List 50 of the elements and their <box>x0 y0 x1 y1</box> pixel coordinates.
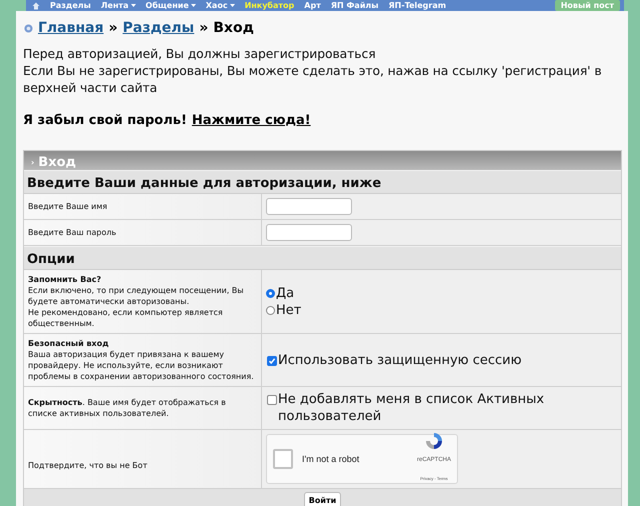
nav-menu-item[interactable]: ЯП Файлы <box>330 0 379 11</box>
radio-button[interactable] <box>266 288 275 298</box>
nav-dropdown-menu[interactable]: Лента <box>100 0 136 11</box>
breadcrumb-separator: » <box>199 20 208 36</box>
radio-label: Да <box>276 284 294 302</box>
option-description: Ваша авторизация будет привязана к вашему провайдеру. Не используйте, если возникают проблемы в сохранении авторизованного состояния. <box>28 349 255 382</box>
section-heading: Введите Ваши данные для авторизации, ниже <box>24 170 621 194</box>
field-label: Введите Ваше имя <box>28 201 108 212</box>
home-icon[interactable] <box>32 2 40 10</box>
nav-menu-item[interactable]: Разделы <box>50 0 91 11</box>
radio-button[interactable] <box>266 306 275 314</box>
bullet-icon <box>24 24 33 32</box>
breadcrumb-current: Вход <box>213 20 254 36</box>
nav-menu-item[interactable]: ЯП-Telegram <box>388 0 446 11</box>
radio-label: Нет <box>276 302 302 318</box>
nav-dropdown-menu[interactable]: Общение <box>146 0 196 11</box>
forgot-password-text: Я забыл свой пароль! <box>23 113 187 128</box>
checkbox-label: Не добавлять меня в список Активных пользователей <box>278 391 546 425</box>
login-button[interactable]: Войти <box>304 492 342 506</box>
option-description: Подтвердите, что вы не Бот <box>28 460 148 470</box>
input-field[interactable] <box>266 224 352 241</box>
option-title: Безопасный вход <box>28 338 110 349</box>
option-description: Скрытность. Ваше имя будет отображаться в списке активных пользователей. <box>28 397 227 419</box>
caret-icon <box>190 4 196 8</box>
option-description: Если включено, то при следующем посещении, Вы будете автоматически авторизованы. <box>28 285 245 307</box>
caret-icon <box>230 4 235 8</box>
caret-icon <box>130 4 136 8</box>
checkbox-label: Использовать защищенную сессию <box>278 352 522 368</box>
intro-text: Перед авторизацией, Вы должны зарегистрироваться <box>23 45 377 62</box>
new-post-button[interactable]: Новый пост <box>554 0 620 11</box>
recaptcha-logo-icon <box>424 431 444 451</box>
breadcrumb-separator: » <box>108 20 118 36</box>
nav-menu-item[interactable]: Арт <box>304 0 321 11</box>
nav-menu-item[interactable]: Инкубатор <box>244 0 294 11</box>
nav-dropdown-menu[interactable]: Хаос <box>206 0 235 11</box>
checkbox[interactable] <box>267 356 277 366</box>
section-heading: Опции <box>24 246 621 270</box>
field-label: Введите Ваш пароль <box>28 227 118 238</box>
option-note: Не рекомендовано, если компьютер является общественным. <box>28 307 224 329</box>
panel-title: Вход <box>38 156 76 170</box>
captcha-checkbox[interactable] <box>273 449 293 469</box>
breadcrumb-link[interactable]: Главная <box>38 20 104 36</box>
header-marker: › <box>31 157 34 169</box>
captcha-label: I'm not a robot <box>302 452 360 466</box>
intro-text: Если Вы не зарегистрированы, Вы можете сделать это, нажав на ссылку 'регистрация' в верхней части сайта <box>23 62 603 96</box>
breadcrumb-link[interactable]: Разделы <box>122 20 194 36</box>
option-title: Запомнить Вас? <box>28 274 102 285</box>
input-field[interactable] <box>266 198 352 215</box>
checkbox[interactable] <box>267 395 277 405</box>
reset-password-link[interactable]: Нажмите сюда! <box>192 113 311 128</box>
